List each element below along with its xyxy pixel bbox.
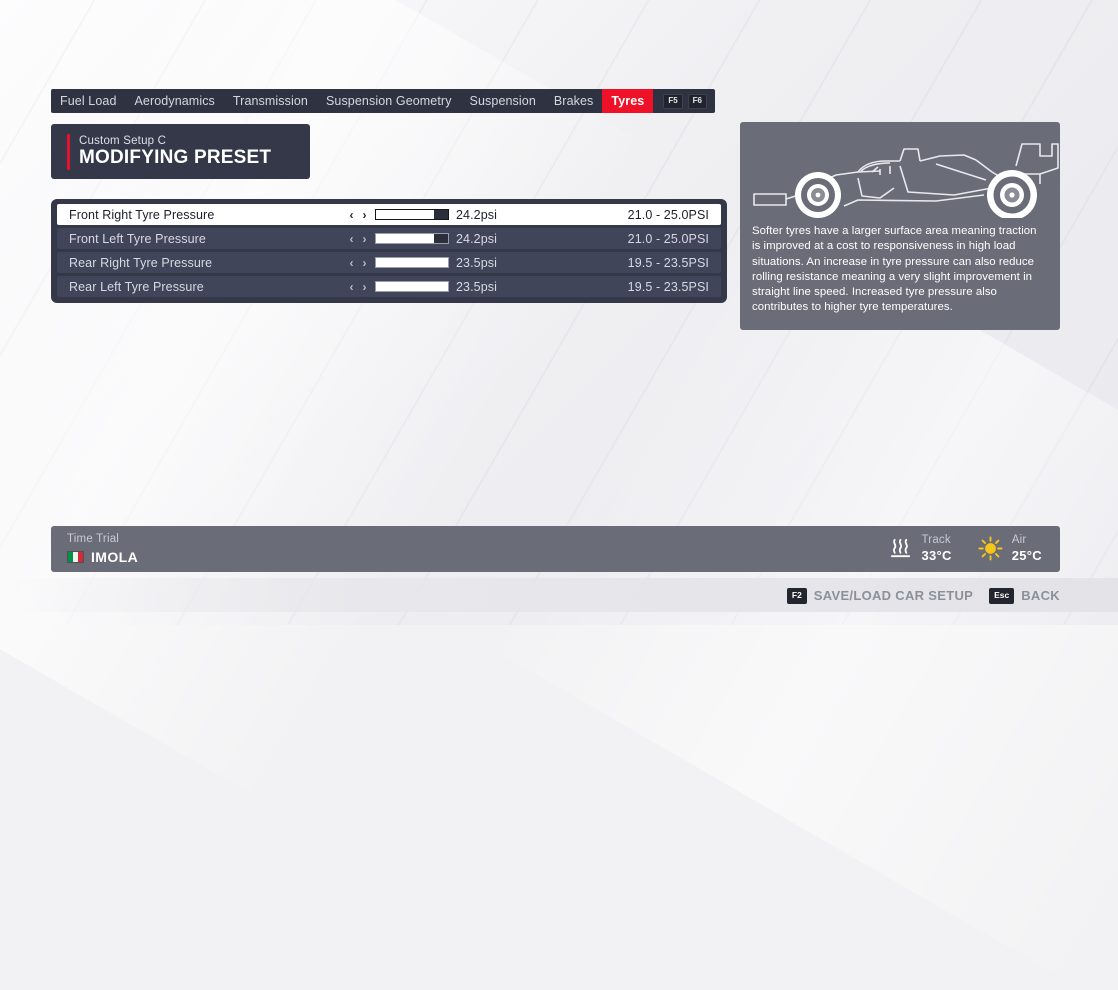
sun-icon bbox=[978, 536, 1003, 562]
weather-item-air: Air 25°C bbox=[978, 534, 1042, 563]
session-track-line: IMOLA bbox=[67, 549, 138, 566]
weather-label: Air bbox=[1011, 534, 1027, 547]
setting-control[interactable]: ‹ › 23.5psi bbox=[347, 256, 497, 270]
tab-fuel-load[interactable]: Fuel Load bbox=[51, 89, 126, 113]
tab-shortcut-keys: F5 F6 bbox=[653, 89, 715, 113]
increase-arrow-icon[interactable]: › bbox=[360, 281, 369, 293]
setting-slider[interactable] bbox=[375, 209, 449, 220]
setting-control[interactable]: ‹ › 24.2psi bbox=[347, 232, 497, 246]
increase-arrow-icon[interactable]: › bbox=[360, 233, 369, 245]
action-label: SAVE/LOAD CAR SETUP bbox=[813, 588, 974, 604]
weather-value: 25°C bbox=[1011, 548, 1042, 564]
setup-info-description: Softer tyres have a larger surface area … bbox=[752, 225, 1037, 314]
setting-label: Front Left Tyre Pressure bbox=[69, 231, 206, 246]
setting-slider-fill bbox=[376, 258, 448, 267]
action-label: BACK bbox=[1021, 588, 1060, 604]
setting-slider[interactable] bbox=[375, 257, 449, 268]
increase-arrow-icon[interactable]: › bbox=[360, 209, 369, 221]
setting-range: 19.5 - 23.5PSI bbox=[627, 279, 709, 294]
setting-label: Rear Right Tyre Pressure bbox=[69, 255, 213, 270]
footer-action-bar[interactable]: F2 SAVE/LOAD CAR SETUP Esc BACK bbox=[786, 588, 1060, 604]
session-info: Time Trial IMOLA bbox=[67, 533, 138, 566]
setting-row[interactable]: Rear Left Tyre Pressure ‹ › 23.5psi 19.5 - 2… bbox=[57, 276, 721, 297]
tab-suspension-geometry[interactable]: Suspension Geometry bbox=[317, 89, 461, 113]
tab-tyres[interactable]: Tyres bbox=[602, 89, 654, 113]
weather-value: 33°C bbox=[921, 548, 952, 564]
tab-suspension[interactable]: Suspension bbox=[461, 89, 545, 113]
decrease-arrow-icon[interactable]: ‹ bbox=[347, 257, 356, 269]
tyre-pressure-settings-panel: Front Right Tyre Pressure ‹ › 24.2psi 21.0 -… bbox=[51, 199, 727, 303]
setting-value: 23.5psi bbox=[456, 279, 498, 294]
setting-control[interactable]: ‹ › 24.2psi bbox=[347, 208, 497, 222]
preset-header: Custom Setup C MODIFYING PRESET bbox=[51, 124, 310, 179]
preset-accent-bar bbox=[67, 133, 70, 170]
keycap-f6[interactable]: F6 bbox=[687, 93, 708, 109]
setting-slider[interactable] bbox=[375, 281, 449, 292]
weather-label: Track bbox=[921, 534, 951, 547]
weather-readouts: Track 33°C Air 25°C bbox=[888, 534, 1043, 563]
action-keycap[interactable]: F2 bbox=[786, 588, 807, 604]
setting-label: Rear Left Tyre Pressure bbox=[69, 279, 204, 294]
decrease-arrow-icon[interactable]: ‹ bbox=[347, 233, 356, 245]
tab-brakes[interactable]: Brakes bbox=[545, 89, 603, 113]
setting-range: 21.0 - 25.0PSI bbox=[627, 207, 709, 222]
setting-slider-fill bbox=[376, 282, 448, 291]
setting-range: 19.5 - 23.5PSI bbox=[627, 255, 709, 270]
italy-flag-icon bbox=[67, 550, 84, 563]
action-keycap[interactable]: Esc bbox=[989, 588, 1015, 604]
increase-arrow-icon[interactable]: › bbox=[360, 257, 369, 269]
weather-text: Air 25°C bbox=[1012, 534, 1042, 563]
setup-info-panel: Softer tyres have a larger surface area … bbox=[740, 122, 1060, 330]
preset-title: MODIFYING PRESET bbox=[79, 147, 272, 169]
setting-value: 24.2psi bbox=[456, 231, 498, 246]
setting-slider-fill bbox=[376, 210, 434, 219]
decrease-arrow-icon[interactable]: ‹ bbox=[347, 209, 356, 221]
setup-category-tabs[interactable]: Fuel Load Aerodynamics Transmission Suspens… bbox=[51, 89, 716, 113]
weather-text: Track 33°C bbox=[922, 534, 952, 563]
preset-subtitle: Custom Setup C bbox=[79, 135, 167, 148]
session-mode-label: Time Trial bbox=[67, 532, 120, 545]
setting-slider[interactable] bbox=[375, 233, 449, 244]
f1-car-side-view-icon bbox=[753, 143, 1059, 218]
setting-value: 24.2psi bbox=[456, 207, 498, 222]
decrease-arrow-icon[interactable]: ‹ bbox=[347, 281, 356, 293]
preset-text-group: Custom Setup C MODIFYING PRESET bbox=[79, 135, 271, 168]
session-track-name: IMOLA bbox=[91, 548, 139, 565]
setting-row[interactable]: Front Right Tyre Pressure ‹ › 24.2psi 21.0 -… bbox=[57, 204, 721, 225]
session-status-bar: Time Trial IMOLA Track 33°C Air 25°C bbox=[51, 526, 1060, 572]
setting-slider-fill bbox=[376, 234, 434, 243]
setting-row[interactable]: Rear Right Tyre Pressure ‹ › 23.5psi 19.5 - … bbox=[57, 252, 721, 273]
setting-row[interactable]: Front Left Tyre Pressure ‹ › 24.2psi 21.0 - … bbox=[57, 228, 721, 249]
tab-transmission[interactable]: Transmission bbox=[224, 89, 317, 113]
rear-tyre-highlight bbox=[987, 170, 1037, 218]
setting-value: 23.5psi bbox=[456, 255, 498, 270]
action-save-load-car-setup[interactable]: F2 SAVE/LOAD CAR SETUP bbox=[786, 588, 974, 604]
setting-control[interactable]: ‹ › 23.5psi bbox=[347, 280, 497, 294]
tab-aerodynamics[interactable]: Aerodynamics bbox=[126, 89, 224, 113]
heat-waves-icon bbox=[890, 539, 910, 558]
setting-range: 21.0 - 25.0PSI bbox=[627, 231, 709, 246]
weather-item-track: Track 33°C bbox=[888, 534, 952, 563]
setting-label: Front Right Tyre Pressure bbox=[69, 207, 215, 222]
front-tyre-highlight bbox=[795, 172, 841, 218]
action-back[interactable]: Esc BACK bbox=[989, 588, 1060, 604]
keycap-f5[interactable]: F5 bbox=[663, 93, 683, 109]
